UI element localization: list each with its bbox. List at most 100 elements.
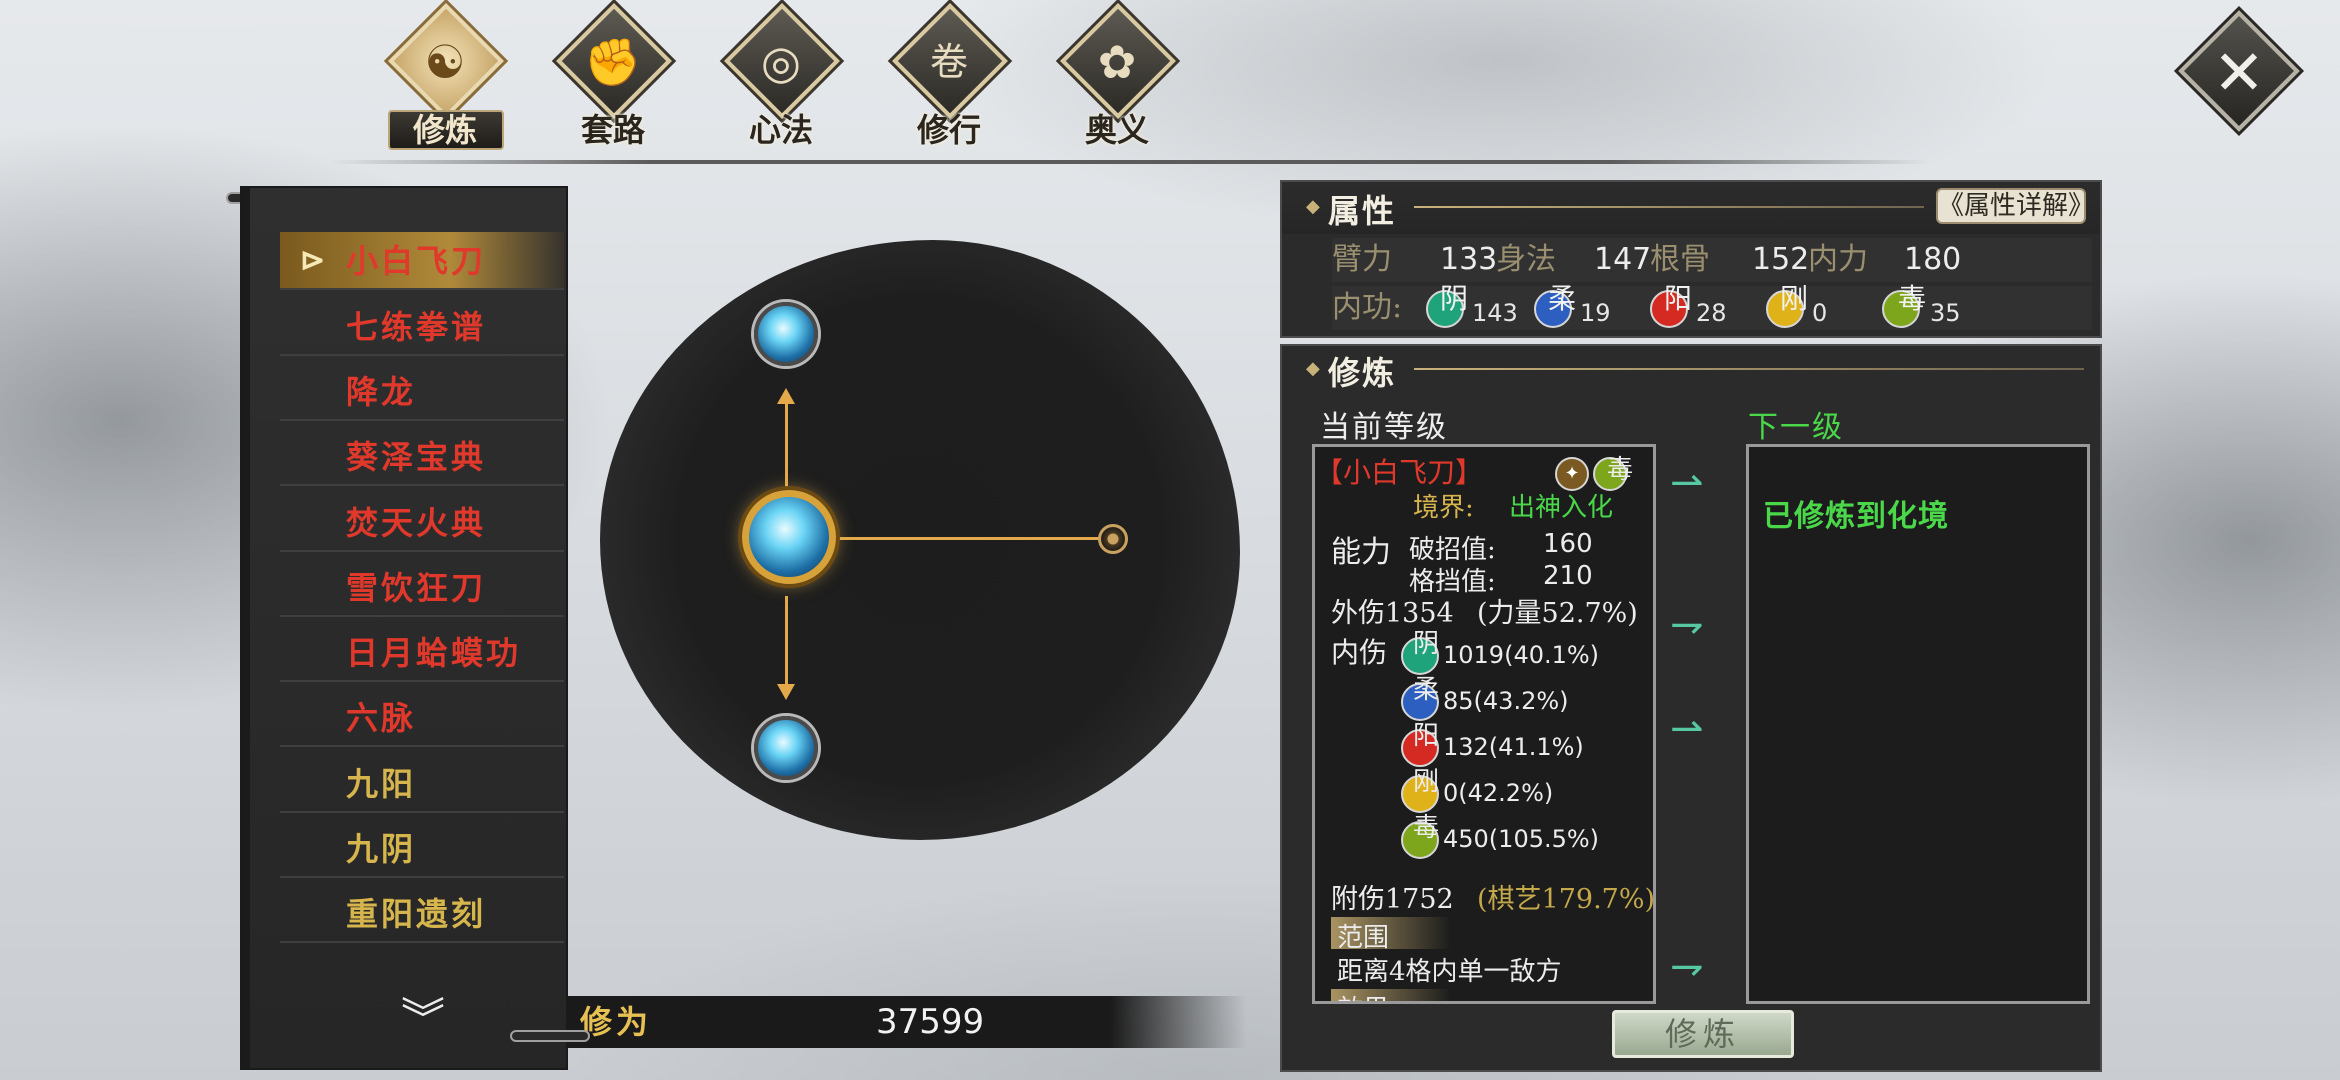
stat-value: 152 [1752,242,1810,277]
ornament-dot: ◆ [1306,196,1320,217]
element-char: 阳 [1664,282,1693,315]
next-level-text: 已修炼到化境 [1763,499,1949,534]
compare-arrow-icon: ⇀ [1670,460,1704,506]
break-value: 160 [1543,529,1593,559]
element-char: 阴 [1413,629,1440,659]
element-char: 柔 [1548,282,1577,315]
scroll-down-icon[interactable]: ︾ [398,998,448,1042]
skill-node-lower[interactable] [754,716,818,780]
element-value: 35 [1930,299,1961,327]
tab-label: 修炼 [412,111,477,149]
element-char: 刚 [1413,767,1440,797]
skill-name: 重阳遗刻 [346,895,487,933]
attribute-detail-button[interactable]: 《属性详解》 [1936,188,2094,224]
element-char: 阴 [1440,282,1469,315]
arrow-up-icon [777,388,795,404]
title-rule [1414,368,2084,370]
tree-connector [785,400,788,490]
realm-label: 境界: [1413,493,1474,523]
close-icon[interactable]: ✕ [2196,30,2282,116]
title-rule [1414,206,1924,208]
locked-node[interactable] [1098,524,1128,554]
realm-value: 出神入化 [1509,493,1614,523]
stat-row: 臂力 133 身法 147 根骨 152 内力 180 [1332,238,2092,282]
skill-name: 六脉 [346,699,417,737]
skill-name: 降龙 [346,373,417,411]
next-level-box: 已修炼到化境 [1746,444,2090,1004]
block-value: 210 [1543,561,1593,591]
element-value: 28 [1696,299,1727,327]
inner-power-row: 内功: 阴 143 柔 19 阳 28 刚 0 毒 35 [1332,282,2092,330]
tab-xiulian[interactable]: ☯ 修炼 [370,3,520,150]
skill-item[interactable]: 九阳 [280,755,564,813]
skill-item[interactable]: ⊳ 小白飞刀 [280,232,564,290]
skill-list-panel: ⊳ 小白飞刀 七练拳谱 降龙 葵泽宝典 焚天火典 雪饮狂刀 日月蛤蟆功 六脉 九… [242,188,566,1068]
tab-aoyi[interactable]: ✿ 奥义 [1042,3,1192,150]
cultivate-button[interactable]: 修炼 [1612,1010,1794,1058]
cultivation-title: 修炼 [1328,354,1397,392]
skill-name: 焚天火典 [346,504,487,542]
stat-name: 臂力 [1332,242,1392,277]
tree-connector [785,596,788,686]
stat-value: 133 [1440,242,1498,277]
range-tag: 范围 [1337,923,1390,953]
skill-item[interactable]: 雪饮狂刀 [280,559,564,617]
compare-arrow-icon: ⇁ [1670,944,1704,990]
element-char: 刚 [1780,282,1809,315]
skill-item[interactable]: 日月蛤蟆功 [280,624,564,682]
stat-name: 内力 [1808,242,1868,277]
element-value: 19 [1580,299,1611,327]
skill-item[interactable]: 降龙 [280,363,564,421]
tab-xinfa[interactable]: ◎ 心法 [706,3,856,150]
element-char: 毒 [1413,813,1440,843]
skill-item[interactable]: 焚天火典 [280,494,564,552]
skill-node-main[interactable] [742,490,836,584]
fist-icon: ✊ [584,35,642,89]
inner-damage-label: 内伤 [1331,636,1388,669]
skill-name: 葵泽宝典 [346,438,487,476]
skill-name: 九阴 [346,830,417,868]
skill-item[interactable]: 六脉 [280,689,564,747]
next-level-title: 下一级 [1748,410,1844,445]
effect-tag: 效果 [1337,989,1389,1001]
cultivation-points-value: 37599 [876,1002,985,1042]
selected-arrow-icon: ⊳ [300,243,329,278]
element-char: 柔 [1413,675,1440,705]
tab-taolu[interactable]: ✊ 套路 [538,3,688,150]
nav-divider [330,160,1930,164]
arrow-down-icon [777,684,795,700]
cultivation-points-label: 修为 [580,1003,653,1041]
extra-damage-note: (棋艺179.7%) [1477,884,1656,915]
skill-name: 七练拳谱 [346,308,487,346]
extra-damage: 附伤1752 [1331,884,1454,915]
range-text: 距离4格内单一敌方 [1337,957,1562,987]
scroll-icon: 卷 [929,40,968,84]
tab-label: 心法 [748,111,813,149]
outer-damage-note: (力量52.7%) [1477,598,1638,629]
skill-item[interactable]: 九阴 [280,820,564,878]
inner-damage-value: 0(42.2%) [1443,779,1554,807]
ornament-dot: ◆ [1306,358,1320,379]
skill-item[interactable]: 重阳遗刻 [280,885,564,943]
element-value: 143 [1472,299,1518,327]
taiji-icon: ☯ [424,35,466,89]
stat-name: 根骨 [1650,242,1710,277]
skill-node-upper[interactable] [754,302,818,366]
skill-item[interactable]: 七练拳谱 [280,298,564,356]
skill-name: 日月蛤蟆功 [346,634,522,672]
skill-name: 雪饮狂刀 [346,569,487,607]
compare-arrow-icon: ⇁ [1670,602,1704,648]
dagger-icon: ✦ [1555,457,1589,491]
element-char: 阳 [1413,721,1440,751]
skill-tree-canvas [600,240,1240,840]
tab-xiuxing[interactable]: 卷 修行 [874,3,1024,150]
skill-name: 小白飞刀 [346,242,487,280]
tree-connector [836,537,1102,540]
skill-item[interactable]: 葵泽宝典 [280,428,564,486]
inner-damage-value: 1019(40.1%) [1443,641,1600,669]
current-level-title: 当前等级 [1320,410,1448,445]
panel-ornament [510,1030,590,1042]
tab-label: 套路 [580,111,645,149]
element-value: 0 [1812,299,1828,327]
tab-label: 奥义 [1084,111,1149,149]
